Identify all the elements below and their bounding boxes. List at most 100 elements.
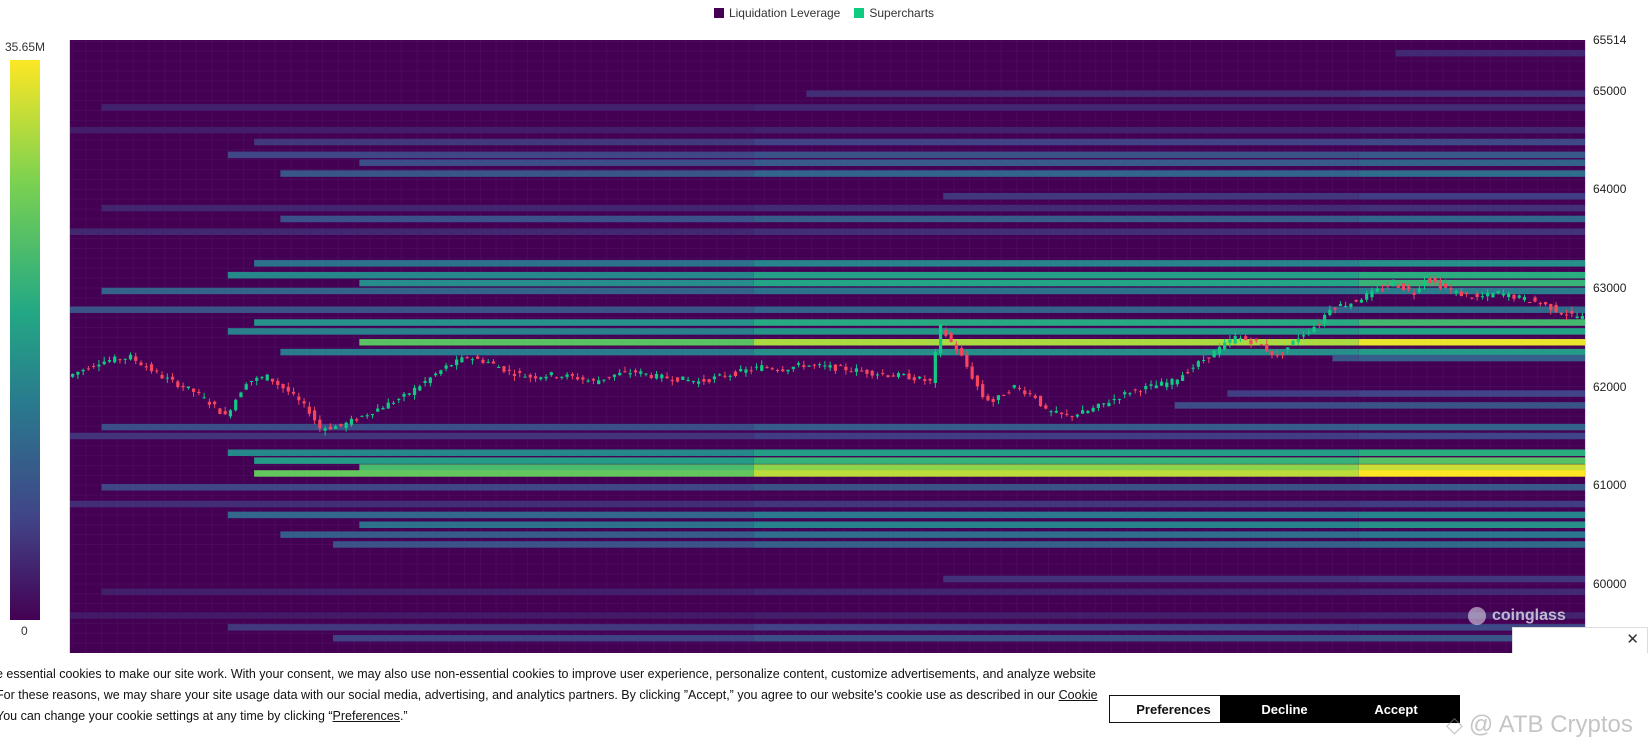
liquidation-band: [753, 279, 1359, 287]
candle-body: [907, 373, 911, 380]
candle-body: [649, 375, 653, 378]
candle-body: [765, 367, 769, 369]
candle-body: [944, 330, 948, 336]
candle-body: [1186, 372, 1190, 374]
liquidation-band: [1227, 390, 1359, 397]
candle-body: [591, 378, 596, 381]
candle-body: [644, 373, 648, 375]
candle-body: [1459, 291, 1463, 297]
preferences-button[interactable]: Preferences: [1109, 695, 1238, 723]
candle-body: [291, 391, 296, 394]
candle-body: [639, 371, 643, 374]
candle-body: [1417, 288, 1421, 292]
liquidation-band: [227, 151, 754, 159]
candle-body: [423, 381, 427, 383]
candle-body: [470, 359, 475, 361]
candle-body: [381, 408, 385, 410]
candle-body: [733, 371, 738, 377]
candle-body: [355, 419, 359, 421]
candle-body: [839, 365, 843, 367]
liquidation-band: [70, 306, 754, 313]
liquidation-band: [753, 531, 1359, 538]
candle-body: [975, 375, 980, 387]
candle-body: [981, 384, 985, 398]
cookie-policy-link[interactable]: Cookie: [1059, 688, 1098, 702]
candle-body: [244, 384, 248, 390]
candle-body: [1017, 387, 1022, 389]
candle-body: [1265, 344, 1269, 352]
cookie-text: e essential cookies to make our site wor…: [0, 664, 1098, 727]
liquidation-band: [1358, 215, 1585, 223]
candle-body: [965, 354, 969, 367]
liquidation-band: [1358, 170, 1585, 177]
y-axis-tick-label: 61000: [1593, 478, 1627, 493]
candle-body: [928, 378, 932, 381]
candle-body: [302, 401, 306, 404]
candle-body: [675, 377, 680, 382]
candle-body: [123, 358, 127, 360]
candle-body: [791, 366, 795, 369]
candle-body: [891, 375, 895, 377]
candle-body: [444, 365, 448, 369]
candle-body: [1349, 303, 1353, 307]
decline-button[interactable]: Decline: [1220, 695, 1349, 723]
candle-body: [760, 365, 764, 371]
accept-button[interactable]: Accept: [1332, 695, 1460, 723]
liquidation-band: [1358, 260, 1585, 267]
candle-body: [1028, 393, 1032, 395]
liquidation-heatmap[interactable]: [0, 0, 1648, 653]
candle-body: [170, 376, 175, 380]
candle-body: [633, 370, 638, 373]
candle-body: [1165, 382, 1169, 388]
candle-body: [870, 370, 874, 376]
candle-body: [186, 386, 190, 389]
candle-body: [917, 376, 922, 379]
candle-body: [1470, 297, 1474, 299]
candle-body: [318, 419, 322, 429]
candle-body: [218, 408, 222, 415]
liquidation-band: [806, 90, 1359, 97]
candle-body: [155, 370, 159, 372]
liquidation-band: [1358, 423, 1585, 431]
candle-body: [865, 369, 869, 374]
candle-body: [1191, 367, 1195, 369]
liquidation-band: [1358, 500, 1585, 508]
liquidation-band: [101, 287, 754, 295]
liquidation-band: [1358, 402, 1585, 409]
liquidation-band: [753, 260, 1359, 267]
candle-body: [796, 363, 801, 365]
candle-body: [938, 324, 943, 354]
candle-body: [681, 376, 685, 380]
candle-body: [1486, 292, 1490, 297]
candle-body: [533, 376, 538, 379]
liquidation-band: [1358, 138, 1585, 146]
candle-body: [497, 366, 501, 368]
candle-body: [76, 371, 80, 375]
candle-body: [807, 365, 811, 367]
candle-body: [1038, 395, 1043, 407]
candle-body: [1564, 314, 1569, 316]
candle-body: [1107, 402, 1111, 407]
candle-body: [223, 411, 227, 415]
candle-body: [107, 360, 112, 362]
liquidation-band: [943, 193, 1359, 200]
candle-body: [202, 397, 206, 399]
candle-body: [660, 374, 664, 379]
candle-body: [512, 373, 517, 377]
candle-body: [1196, 361, 1200, 367]
preferences-link[interactable]: Preferences: [333, 709, 400, 723]
candle-body: [1254, 338, 1258, 341]
candle-body: [886, 375, 890, 378]
candle-body: [234, 399, 238, 411]
liquidation-band: [753, 104, 1359, 111]
candle-body: [754, 366, 759, 368]
liquidation-band: [753, 612, 1359, 619]
candle-body: [213, 401, 217, 405]
liquidation-band: [753, 624, 1359, 631]
candle-body: [854, 368, 859, 372]
close-icon[interactable]: ✕: [1626, 630, 1639, 648]
candle-body: [439, 370, 443, 374]
candle-body: [1133, 389, 1137, 391]
candle-body: [1275, 354, 1279, 356]
candle-body: [812, 364, 816, 366]
